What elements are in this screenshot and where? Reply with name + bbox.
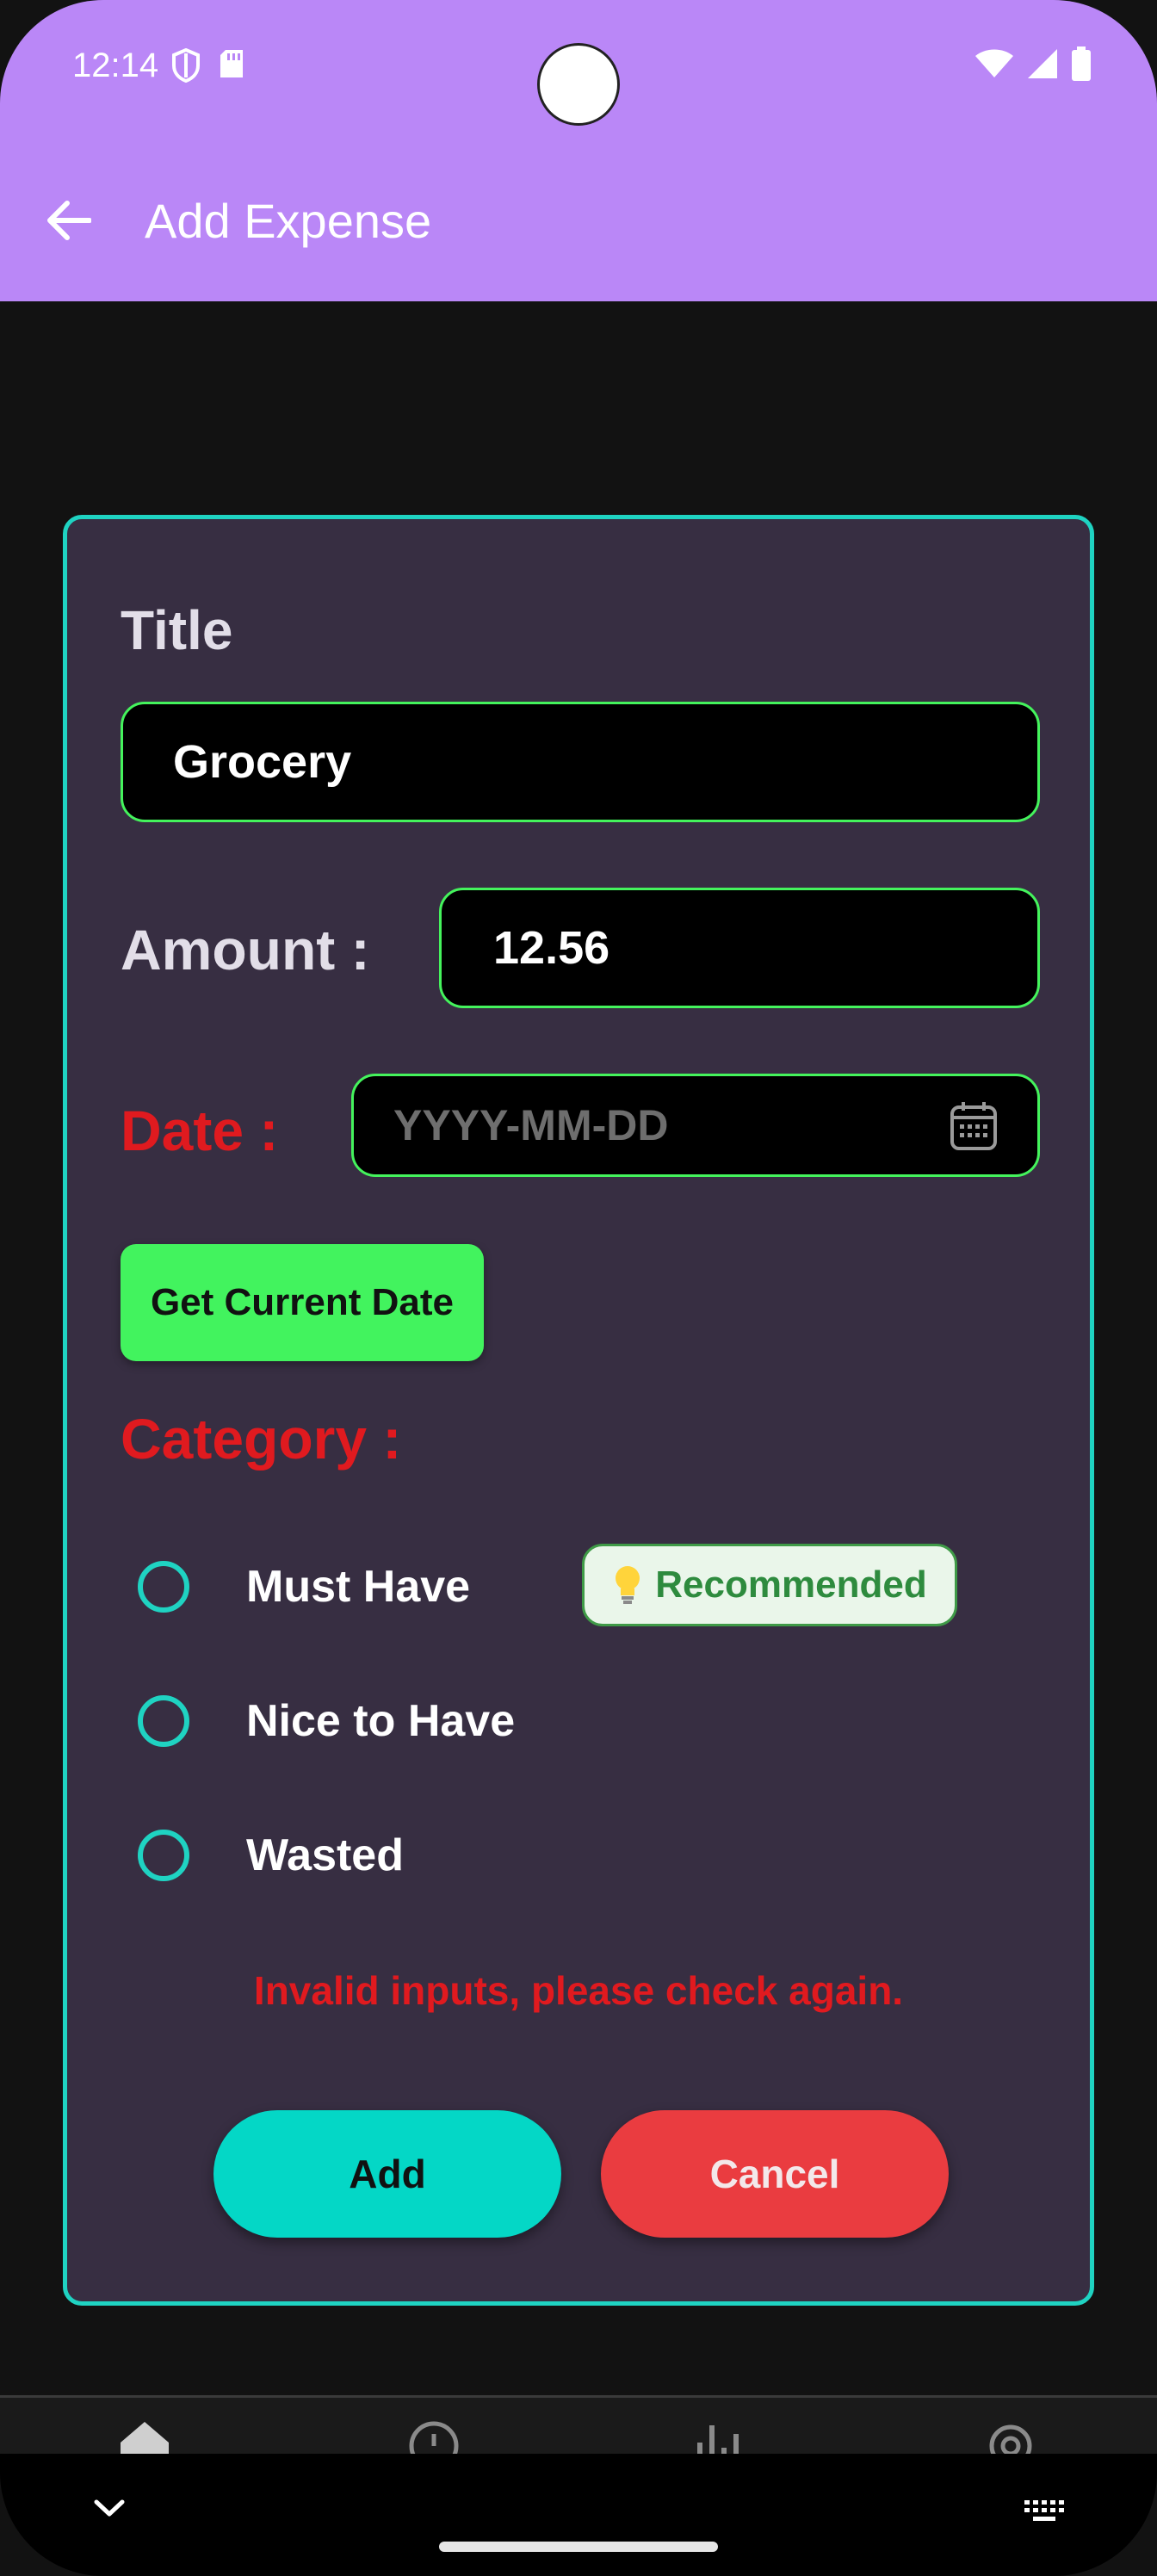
amount-input[interactable]: 12.56: [439, 888, 1040, 1008]
category-option-must-have[interactable]: Must Have: [138, 1561, 470, 1613]
calendar-icon[interactable]: [950, 1100, 998, 1152]
bar-chart-icon[interactable]: [694, 2417, 749, 2458]
wifi-icon: [975, 49, 1013, 77]
home-gesture-pill[interactable]: [439, 2542, 718, 2552]
status-icons-left: [172, 48, 244, 83]
shield-icon: [172, 48, 200, 83]
app-bar: Add Expense: [0, 138, 1157, 301]
cancel-button[interactable]: Cancel: [601, 2110, 949, 2238]
lightbulb-icon: [616, 1566, 640, 1604]
battery-icon: [1072, 46, 1091, 81]
amount-label: Amount :: [121, 918, 370, 981]
system-navigation-bar: [0, 2454, 1157, 2576]
title-input[interactable]: Grocery: [121, 702, 1040, 822]
chevron-down-icon[interactable]: [93, 2499, 126, 2519]
radio-button[interactable]: [138, 1695, 189, 1747]
arrow-back-icon: [47, 201, 91, 240]
radio-label: Wasted: [246, 1830, 404, 1880]
category-option-nice-to-have[interactable]: Nice to Have: [138, 1695, 515, 1747]
status-icons-right: [974, 46, 1092, 81]
keyboard-icon[interactable]: [1023, 2499, 1066, 2524]
signal-icon: [1028, 49, 1057, 78]
back-button[interactable]: [38, 189, 100, 251]
status-bar: 12:14: [0, 0, 1157, 138]
add-button[interactable]: Add: [213, 2110, 561, 2238]
settings-icon[interactable]: [983, 2417, 1038, 2458]
radio-label: Nice to Have: [246, 1696, 516, 1746]
get-current-date-button[interactable]: Get Current Date: [121, 1244, 484, 1361]
page-title: Add Expense: [145, 194, 432, 248]
radio-button[interactable]: [138, 1830, 189, 1881]
date-label: Date :: [121, 1099, 279, 1162]
date-placeholder: YYYY-MM-DD: [393, 1101, 669, 1149]
date-input[interactable]: YYYY-MM-DD: [351, 1074, 1040, 1177]
history-icon[interactable]: [406, 2417, 461, 2458]
bottom-navigation: [0, 2395, 1157, 2458]
radio-button[interactable]: [138, 1561, 189, 1613]
status-time: 12:14: [72, 46, 159, 84]
title-label: Title: [121, 599, 233, 661]
category-option-wasted[interactable]: Wasted: [138, 1830, 404, 1881]
recommended-text: Recommended: [655, 1564, 927, 1606]
recommended-badge: Recommended: [582, 1544, 957, 1626]
camera-cutout: [537, 43, 620, 126]
home-icon[interactable]: [117, 2417, 172, 2458]
category-label: Category :: [121, 1407, 402, 1471]
error-message: Invalid inputs, please check again.: [253, 1968, 904, 2013]
radio-label: Must Have: [246, 1562, 471, 1612]
sd-card-icon: [220, 50, 243, 77]
expense-form-card: Title Grocery Amount : 12.56 Date : YYYY…: [63, 515, 1094, 2306]
